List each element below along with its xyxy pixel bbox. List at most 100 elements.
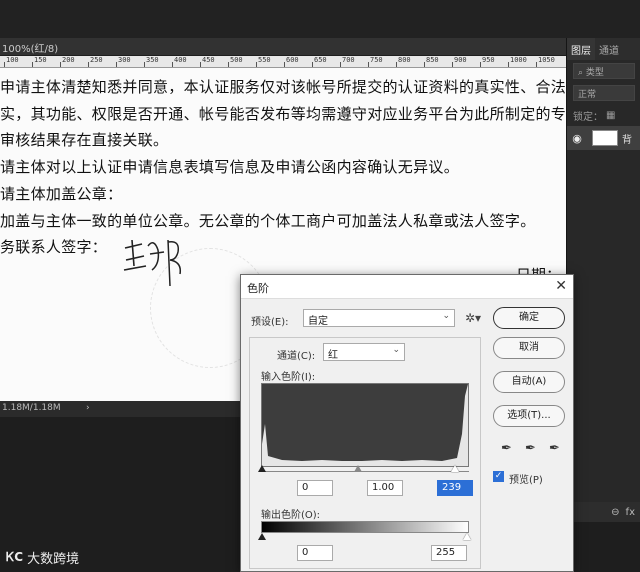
layer-thumbnail	[592, 130, 618, 146]
chevron-down-icon: ⌄	[392, 345, 400, 355]
preset-select[interactable]: 自定 ⌄	[303, 309, 455, 327]
ruler-tick-mark	[60, 62, 61, 67]
black-eyedropper-icon[interactable]: ✒	[501, 441, 512, 456]
doc-size-text: 1.18M/1.18M	[2, 403, 61, 413]
ruler-tick-label: 800	[398, 56, 411, 64]
doc-line-3: 审核结果存在直接关联。	[0, 131, 169, 149]
doc-line-4: 请主体对以上认证申请信息表填写信息及申请公函内容确认无异议。	[0, 158, 460, 176]
horizontal-ruler: 100 150 200 250 300 350 400 450 500 550 600 650 700 7…	[0, 56, 566, 68]
gear-icon[interactable]: ✲▾	[465, 311, 481, 325]
layers-panel: 图层 通道 ⌕ 类型 正常 锁定： ▦ ◉ 背 ⊖ fx	[566, 38, 640, 522]
ruler-tick-label: 650	[314, 56, 327, 64]
layer-filter-label: 类型	[585, 68, 604, 78]
search-icon: ⌕	[578, 68, 586, 78]
ruler-tick-mark	[452, 62, 453, 67]
doc-line-6: 加盖与主体一致的单位公章。无公章的个体工商户可加盖法人私章或法人签字。	[0, 212, 536, 230]
watermark-text: 大数跨境	[27, 552, 80, 567]
input-white-slider[interactable]	[451, 465, 459, 472]
ruler-tick-mark	[200, 62, 201, 67]
histogram	[261, 383, 469, 467]
top-dark-area	[0, 0, 640, 38]
handwritten-signature	[123, 239, 182, 287]
input-gamma-slider[interactable]	[354, 465, 362, 472]
gray-eyedropper-icon[interactable]: ✒	[525, 441, 536, 456]
doc-line-5: 请主体加盖公章：	[0, 185, 123, 203]
output-white-field[interactable]: 255	[431, 545, 467, 561]
tab-channels[interactable]: 通道	[595, 38, 623, 60]
ruler-tick-label: 200	[62, 56, 75, 64]
ruler-tick-mark	[284, 62, 285, 67]
preview-label: 预览(P)	[509, 475, 543, 486]
white-eyedropper-icon[interactable]: ✒	[549, 441, 560, 456]
chevron-down-icon: ⌄	[442, 311, 450, 321]
lock-label: 锁定：	[573, 111, 603, 123]
output-white-slider[interactable]	[463, 533, 471, 540]
eye-icon[interactable]: ◉	[570, 132, 584, 145]
ruler-tick-label: 400	[174, 56, 187, 64]
ruler-tick-mark	[424, 62, 425, 67]
ruler-tick-label: 850	[426, 56, 439, 64]
ruler-tick-mark	[508, 62, 509, 67]
ruler-tick-label: 350	[146, 56, 159, 64]
input-black-slider[interactable]	[258, 465, 266, 472]
auto-button[interactable]: 自动(A)	[493, 371, 565, 393]
cancel-button[interactable]: 取消	[493, 337, 565, 359]
ruler-tick-mark	[536, 62, 537, 67]
output-levels-label: 输出色阶(O):	[261, 510, 321, 521]
dialog-title: 色阶 ✕	[241, 275, 573, 299]
output-gradient	[261, 521, 469, 533]
ruler-tick-label: 100	[6, 56, 19, 64]
ruler-tick-label: 550	[258, 56, 271, 64]
close-icon[interactable]: ✕	[555, 278, 567, 294]
layer-filter-select[interactable]: ⌕ 类型	[573, 63, 635, 79]
ruler-tick-label: 500	[230, 56, 243, 64]
ruler-tick-mark	[396, 62, 397, 67]
layer-row-background[interactable]: ◉ 背	[567, 126, 640, 150]
input-slider-track	[261, 471, 469, 472]
ruler-tick-mark	[368, 62, 369, 67]
blend-mode-select[interactable]: 正常	[573, 85, 635, 101]
input-levels-label: 输入色阶(I):	[261, 372, 316, 383]
ruler-tick-label: 450	[202, 56, 215, 64]
ruler-tick-label: 1000	[510, 56, 527, 64]
options-button[interactable]: 选项(T)...	[493, 405, 565, 427]
layer-name: 背	[622, 134, 632, 146]
ruler-tick-mark	[88, 62, 89, 67]
channel-select[interactable]: 红 ⌄	[323, 343, 405, 361]
ruler-tick-label: 700	[342, 56, 355, 64]
watermark-logo: ᏦC	[6, 550, 24, 564]
fx-icon[interactable]: fx	[626, 507, 635, 518]
link-icon[interactable]: ⊖	[611, 507, 619, 518]
document-tab[interactable]: 100%(红/8)	[0, 38, 566, 56]
ruler-tick-mark	[312, 62, 313, 67]
ruler-tick-mark	[228, 62, 229, 67]
ruler-tick-mark	[32, 62, 33, 67]
output-black-field[interactable]: 0	[297, 545, 333, 561]
input-gamma-field[interactable]: 1.00	[367, 480, 403, 496]
doc-line-7: 务联系人签字：	[0, 238, 108, 256]
input-white-field[interactable]: 239	[437, 480, 473, 496]
ruler-tick-label: 600	[286, 56, 299, 64]
ok-button[interactable]: 确定	[493, 307, 565, 329]
ruler-tick-label: 750	[370, 56, 383, 64]
output-black-slider[interactable]	[258, 533, 266, 540]
doc-line-2: 实，其功能、权限是否开通、帐号能否发布等均需遵守对应业务平台为此所制定的专	[0, 105, 566, 123]
ruler-tick-mark	[144, 62, 145, 67]
preset-value: 自定	[308, 316, 328, 327]
chevron-right-icon[interactable]: ›	[86, 403, 90, 413]
ruler-tick-mark	[172, 62, 173, 67]
tab-layers[interactable]: 图层	[567, 38, 595, 60]
ruler-tick-label: 1050	[538, 56, 555, 64]
document-tab-title: 100%(红/8)	[2, 44, 59, 55]
ruler-tick-label: 900	[454, 56, 467, 64]
input-black-field[interactable]: 0	[297, 480, 333, 496]
ruler-tick-mark	[256, 62, 257, 67]
channel-label: 通道(C):	[277, 351, 316, 362]
preview-checkbox[interactable]: ✓	[493, 471, 504, 482]
lock-transparency-icon[interactable]: ▦	[606, 110, 615, 121]
levels-dialog: 色阶 ✕ 预设(E): 自定 ⌄ ✲▾ 通道(C): 红 ⌄ 输入色阶(I): …	[240, 274, 574, 572]
ruler-tick-label: 150	[34, 56, 47, 64]
ruler-tick-mark	[480, 62, 481, 67]
channel-value: 红	[328, 350, 338, 361]
ruler-tick-mark	[340, 62, 341, 67]
